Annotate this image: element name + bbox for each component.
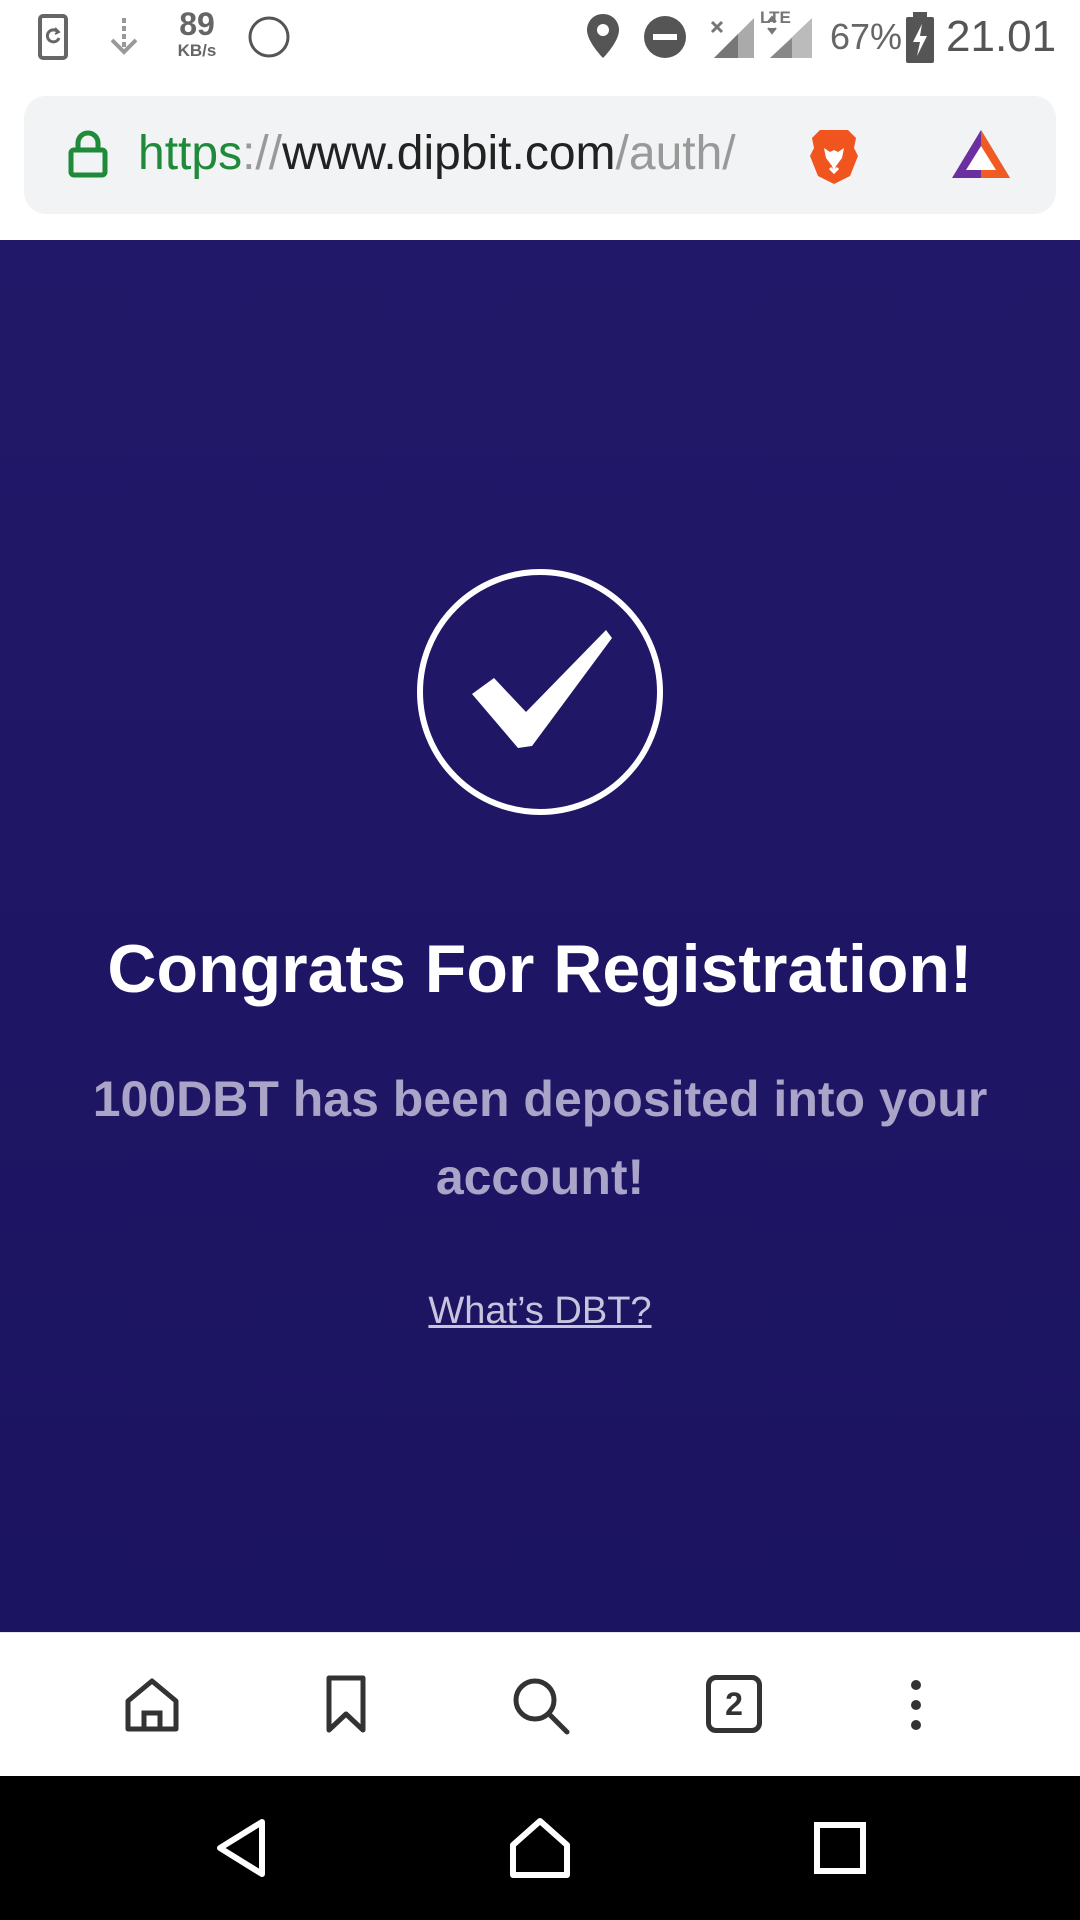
system-navigation-bar <box>0 1776 1080 1920</box>
url-bar[interactable]: https://www.dipbit.com/auth/ <box>24 96 1056 214</box>
recents-button[interactable] <box>798 1806 882 1890</box>
network-speed-value: 89 <box>179 6 215 42</box>
battery-percentage: 67% <box>830 16 903 57</box>
url-path: /auth/ <box>615 127 736 180</box>
back-icon <box>217 1819 265 1877</box>
network-type: LTE <box>760 8 791 27</box>
browser-url-bar-area: https://www.dipbit.com/auth/ <box>0 74 1080 240</box>
bookmark-icon <box>326 1675 366 1733</box>
search-button[interactable] <box>498 1663 582 1747</box>
clock: 21.01 <box>946 12 1057 61</box>
brave-shields-icon[interactable] <box>806 126 862 186</box>
home-icon <box>125 1678 179 1732</box>
recents-icon <box>814 1822 866 1874</box>
network-speed: 89 KB/s <box>172 8 222 59</box>
do-not-disturb-icon <box>644 16 686 58</box>
whats-dbt-link[interactable]: What’s DBT? <box>0 1290 1080 1333</box>
download-icon <box>110 18 138 55</box>
more-menu-button[interactable] <box>874 1663 958 1747</box>
home-nav-icon <box>510 1818 570 1878</box>
lock-icon <box>68 130 108 178</box>
brave-rewards-icon[interactable] <box>950 128 1012 180</box>
circle-icon <box>248 16 290 58</box>
battery-charging-icon <box>906 12 934 63</box>
checkmark-circle-icon <box>417 569 663 815</box>
screenshot-icon <box>38 14 68 60</box>
url-text[interactable]: https://www.dipbit.com/auth/ <box>138 124 792 184</box>
search-icon <box>513 1678 570 1735</box>
tab-count[interactable]: 2 <box>706 1675 762 1733</box>
home-button[interactable] <box>110 1663 194 1747</box>
bookmark-button[interactable] <box>304 1663 388 1747</box>
more-icon <box>911 1680 921 1730</box>
status-bar: 89 KB/s LTE 67% 21.01 <box>0 0 1080 74</box>
browser-toolbar: 2 <box>0 1632 1080 1776</box>
back-button[interactable] <box>200 1806 284 1890</box>
network-speed-unit: KB/s <box>177 41 217 60</box>
location-icon <box>587 14 619 58</box>
registration-success-page: Congrats For Registration! 100DBT has be… <box>0 240 1080 1632</box>
url-host: www.dipbit.com <box>282 127 616 180</box>
home-nav-button[interactable] <box>498 1806 582 1890</box>
url-separator: :// <box>242 127 283 180</box>
deposit-message: 100DBT has been deposited into your acco… <box>92 1071 988 1205</box>
url-scheme: https <box>138 127 243 180</box>
page-title: Congrats For Registration! <box>107 931 973 1007</box>
